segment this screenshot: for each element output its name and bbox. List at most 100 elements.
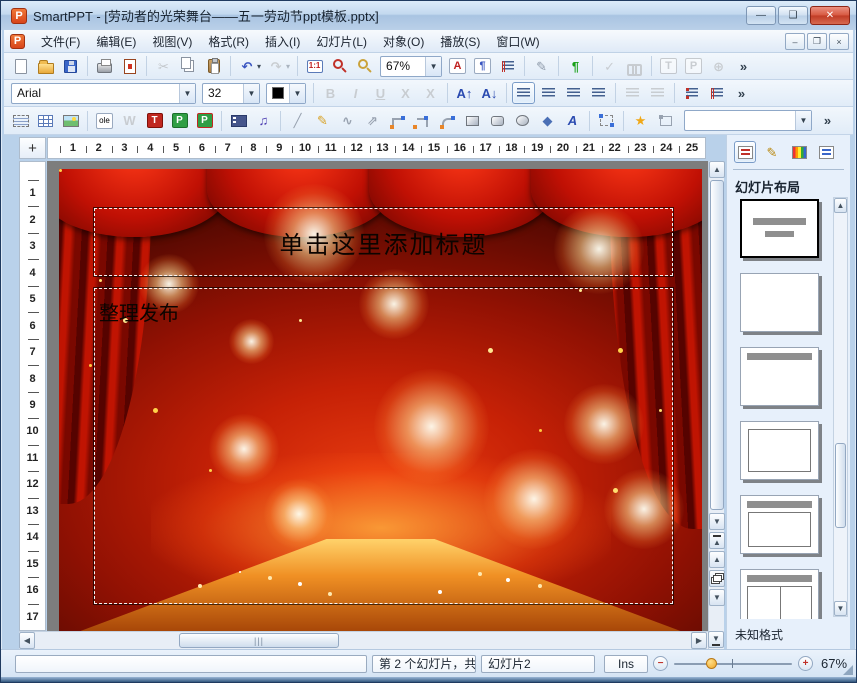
zoom-in-button[interactable]: + [798, 656, 813, 671]
scroll-left-button[interactable]: ◀ [19, 632, 35, 649]
export-pdf-button[interactable] [118, 55, 141, 77]
subtitle-placeholder[interactable]: 整理发布 [94, 288, 673, 604]
close-window-button[interactable]: ✕ [810, 6, 850, 25]
draw-arrow-button[interactable]: ⇗ [361, 110, 384, 132]
layout-thumbnail-title-two-content[interactable] [740, 569, 819, 619]
group-objects-button[interactable] [595, 110, 618, 132]
slide-sorter-button[interactable] [709, 570, 725, 587]
redo-dropdown[interactable]: ▾ [286, 62, 290, 71]
new-document-button[interactable] [9, 55, 32, 77]
zoom-combo-dropdown[interactable]: ▼ [425, 57, 441, 76]
insert-ole-object-button[interactable]: ole [93, 110, 116, 132]
numbered-list-button[interactable] [705, 82, 728, 104]
slide-design-pane-button[interactable]: ✎ [761, 141, 783, 163]
font-color-combo[interactable]: ▼ [266, 83, 306, 104]
format-painter-button[interactable]: ✎ [530, 55, 553, 77]
slide-layout-pane-button[interactable] [734, 141, 756, 163]
panel-scrollbar[interactable]: ▲ ▼ [833, 197, 848, 617]
menu-i[interactable]: 插入(I) [257, 30, 308, 53]
insert-video-button[interactable] [227, 110, 250, 132]
menu-o[interactable]: 对象(O) [375, 30, 432, 53]
undo-dropdown[interactable]: ▾ [257, 62, 261, 71]
insert-textbox-button[interactable] [9, 110, 32, 132]
draw-line-button[interactable]: ╱ [286, 110, 309, 132]
open-file-button[interactable] [34, 55, 57, 77]
undo-button[interactable]: ↶▾ [236, 55, 263, 77]
panel-scroll-down-button[interactable]: ▼ [834, 601, 847, 616]
layout-thumbnail-blank[interactable] [740, 273, 819, 332]
menu-f[interactable]: 文件(F) [33, 30, 88, 53]
draw-curve-button[interactable]: ∿ [336, 110, 359, 132]
insert-audio-button[interactable]: ♫ [252, 110, 275, 132]
next-slide-button[interactable]: ▼ [709, 589, 725, 606]
doc-minimize-button[interactable]: – [785, 33, 805, 50]
draw-rounded-rectangle-button[interactable] [486, 110, 509, 132]
zoom-button[interactable] [353, 55, 376, 77]
formatting-marks-button[interactable]: ¶ [564, 55, 587, 77]
print-button[interactable] [93, 55, 116, 77]
zoom-slider-thumb[interactable] [706, 658, 717, 669]
menu-e[interactable]: 编辑(E) [88, 30, 144, 53]
restore-window-button[interactable]: ❑ [778, 6, 808, 25]
doc-close-button[interactable]: × [829, 33, 849, 50]
paragraph-format-button[interactable]: ¶ [471, 55, 494, 77]
resize-grip[interactable] [843, 665, 853, 675]
ruler-origin-button[interactable]: + [19, 137, 46, 159]
insert-star-shape-button[interactable]: ★ [629, 110, 652, 132]
draw-rectangle-button[interactable] [461, 110, 484, 132]
align-left-button[interactable] [512, 82, 535, 104]
horizontal-ruler[interactable]: 1234567891011121314151617181920212223242… [47, 137, 706, 159]
zoom-slider[interactable] [674, 663, 792, 665]
connector-curved-button[interactable] [436, 110, 459, 132]
font-color-button[interactable]: A [446, 55, 469, 77]
horizontal-scrollbar[interactable]: ◀ ||| ▶ [19, 631, 708, 649]
insert-text-object-button[interactable]: T [143, 110, 166, 132]
shape-style-combo[interactable]: ▼ [684, 110, 812, 131]
menu-v[interactable]: 视图(V) [144, 30, 200, 53]
decrease-font-size-button[interactable]: A↓ [478, 82, 501, 104]
title-placeholder[interactable]: 单击这里添加标题 [94, 208, 673, 276]
align-center-button[interactable] [562, 82, 585, 104]
draw-freeform-button[interactable]: ✎ [311, 110, 334, 132]
menu-s[interactable]: 播放(S) [432, 30, 488, 53]
menu-w[interactable]: 窗口(W) [488, 30, 547, 53]
edit-points-button[interactable] [654, 110, 677, 132]
layout-thumbnail-title-content[interactable] [740, 495, 819, 554]
save-button[interactable] [59, 55, 82, 77]
menu-r[interactable]: 格式(R) [200, 30, 257, 53]
connector-elbow-button[interactable] [386, 110, 409, 132]
insert-image-button[interactable] [59, 110, 82, 132]
layout-thumbnail-title-only[interactable] [740, 347, 819, 406]
increase-font-size-button[interactable]: A↑ [453, 82, 476, 104]
insert-presentation-template-button[interactable]: P [193, 110, 216, 132]
align-right-button[interactable] [537, 82, 560, 104]
zoom-selection-button[interactable] [328, 55, 351, 77]
panel-scrollbar-thumb[interactable] [835, 443, 846, 528]
font-size-dropdown[interactable]: ▼ [243, 84, 259, 103]
toolbar-overflow-button[interactable]: » [732, 55, 755, 77]
scroll-up-button[interactable]: ▲ [709, 161, 725, 178]
last-slide-button[interactable]: ▼ [708, 631, 724, 648]
doc-restore-button[interactable]: ❐ [807, 33, 827, 50]
scroll-right-button[interactable]: ▶ [691, 632, 707, 649]
layout-thumbnail-content[interactable] [740, 421, 819, 480]
previous-slide-button[interactable]: ▲ [709, 551, 725, 568]
drawing-toolbar-overflow-button[interactable]: » [816, 110, 839, 132]
zoom-out-button[interactable]: − [653, 656, 668, 671]
font-size-combo[interactable]: 32 ▼ [202, 83, 260, 104]
layout-thumbnail-title-subtitle[interactable] [740, 199, 819, 258]
insert-table-button[interactable] [34, 110, 57, 132]
horizontal-scrollbar-thumb[interactable]: ||| [179, 633, 339, 648]
toolbar-overflow-button[interactable]: » [730, 82, 753, 104]
paste-button[interactable] [202, 55, 225, 77]
vertical-scrollbar[interactable]: ▲ ▼ ▲ ▲ ▼ [708, 161, 724, 649]
shape-style-dropdown[interactable]: ▼ [795, 111, 811, 130]
minimize-window-button[interactable]: — [746, 6, 776, 25]
panel-scroll-up-button[interactable]: ▲ [834, 198, 847, 213]
first-slide-button[interactable]: ▲ [709, 532, 725, 549]
bullet-list-button[interactable] [680, 82, 703, 104]
menu-l[interactable]: 幻灯片(L) [308, 30, 375, 53]
slide-canvas[interactable]: 单击这里添加标题 整理发布 [47, 161, 708, 631]
font-name-combo[interactable]: Arial ▼ [11, 83, 196, 104]
connector-elbow-2-button[interactable] [411, 110, 434, 132]
